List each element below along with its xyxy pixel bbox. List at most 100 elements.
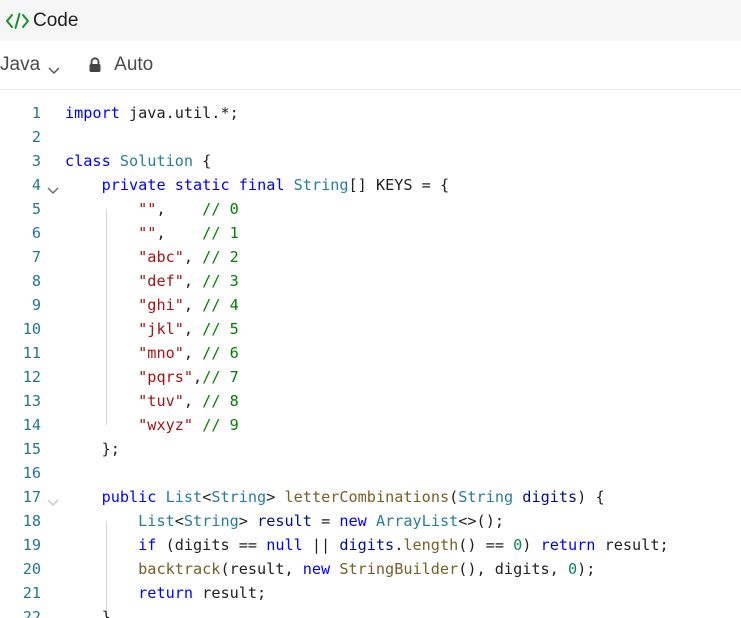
panel-title: Code: [33, 9, 79, 31]
code-line: 10 "jkl", // 5: [0, 317, 741, 341]
code-text: class Solution {: [65, 149, 211, 173]
code-token: () ==: [458, 536, 514, 554]
code-text: backtrack(result, new StringBuilder(), d…: [65, 557, 595, 581]
code-token: private: [101, 176, 166, 194]
line-number: 15: [22, 440, 41, 458]
editor-toolbar: Java Auto: [0, 41, 741, 90]
code-token: );: [577, 560, 596, 578]
fold-chevron-icon[interactable]: [46, 491, 60, 507]
code-text: "", // 0: [65, 197, 239, 221]
code-text: private static final String[] KEYS = {: [65, 173, 450, 197]
code-token: "mno": [138, 344, 184, 362]
line-number: 8: [31, 272, 41, 290]
code-token: (result,: [220, 560, 303, 578]
line-number: 21: [22, 584, 41, 602]
code-text: "abc", // 2: [65, 245, 239, 269]
line-number: 16: [22, 464, 41, 482]
code-token: };: [65, 440, 120, 458]
code-token: >: [266, 488, 285, 506]
fold-chevron-icon[interactable]: [46, 179, 60, 195]
code-token: java.util.*;: [119, 104, 239, 122]
auto-mode-toggle[interactable]: Auto: [114, 54, 153, 76]
code-token: length: [403, 536, 459, 554]
code-line: 1 import java.util.*;: [0, 101, 741, 125]
code-token: "abc": [138, 248, 184, 266]
line-number: 12: [22, 368, 41, 386]
code-line: 2: [0, 125, 741, 149]
code-token: "": [138, 200, 157, 218]
code-token: digits: [522, 488, 578, 506]
code-token: public: [101, 488, 157, 506]
code-token: // 1: [202, 224, 239, 242]
code-token: .: [394, 536, 404, 554]
code-text: "", // 1: [65, 221, 239, 245]
line-number: 13: [22, 392, 41, 410]
code-token: ,: [183, 344, 203, 362]
code-editor[interactable]: 1 import java.util.*; 2 3 class Solution {4 …: [0, 89, 741, 618]
line-number: 18: [22, 512, 41, 530]
code-line: 13 "tuv", // 8: [0, 389, 741, 413]
code-token: ,: [183, 392, 203, 410]
code-token: String: [183, 512, 239, 530]
code-line: 8 "def", // 3: [0, 269, 741, 293]
lock-icon: [88, 57, 102, 73]
code-line: 21 return result;: [0, 581, 741, 605]
code-token: digits: [339, 536, 395, 554]
code-line: 4 private static final String[] KEYS = {: [0, 173, 741, 197]
code-token: // 6: [202, 344, 239, 362]
code-token: return: [540, 536, 596, 554]
code-token: StringBuilder: [339, 560, 459, 578]
code-token: static: [174, 176, 230, 194]
code-line: 14 "wxyz" // 9: [0, 413, 741, 437]
code-token: <: [202, 488, 212, 506]
code-token: "def": [138, 272, 184, 290]
code-token: // 4: [202, 296, 239, 314]
code-token: ,: [156, 224, 203, 242]
code-text: if (digits == null || digits.length() ==…: [65, 533, 668, 557]
code-line: 19 if (digits == null || digits.length()…: [0, 533, 741, 557]
code-brackets-icon: [5, 12, 30, 30]
code-token: 0: [567, 560, 578, 578]
code-token: result;: [193, 584, 267, 602]
code-token: List: [165, 488, 203, 506]
code-token: {: [193, 152, 212, 170]
line-number: 2: [31, 128, 41, 146]
code-token: ,: [193, 368, 203, 386]
code-token: (), digits,: [458, 560, 568, 578]
code-token: ,: [183, 296, 203, 314]
code-token: "": [138, 224, 157, 242]
code-token: =: [311, 512, 340, 530]
code-text: "def", // 3: [65, 269, 239, 293]
line-number: 6: [31, 224, 41, 242]
code-text: "wxyz" // 9: [65, 413, 239, 437]
code-token: "jkl": [138, 320, 184, 338]
code-token: // 7: [202, 368, 239, 386]
code-token: (: [449, 488, 459, 506]
code-line: 15 };: [0, 437, 741, 461]
title-bar: Code: [0, 0, 741, 41]
code-token: "wxyz": [138, 416, 194, 434]
code-text: import java.util.*;: [65, 101, 239, 125]
language-select[interactable]: Java: [0, 54, 61, 76]
code-token: // 3: [202, 272, 239, 290]
code-text: public List<String> letterCombinations(S…: [65, 485, 605, 509]
code-text: "pqrs",// 7: [65, 365, 239, 389]
code-token: <>();: [458, 512, 504, 530]
code-line: 17 public List<String> letterCombination…: [0, 485, 741, 509]
code-token: // 0: [202, 200, 239, 218]
code-token: "pqrs": [138, 368, 194, 386]
line-number: 10: [22, 320, 41, 338]
code-token: <: [174, 512, 184, 530]
line-number: 1: [31, 104, 41, 122]
